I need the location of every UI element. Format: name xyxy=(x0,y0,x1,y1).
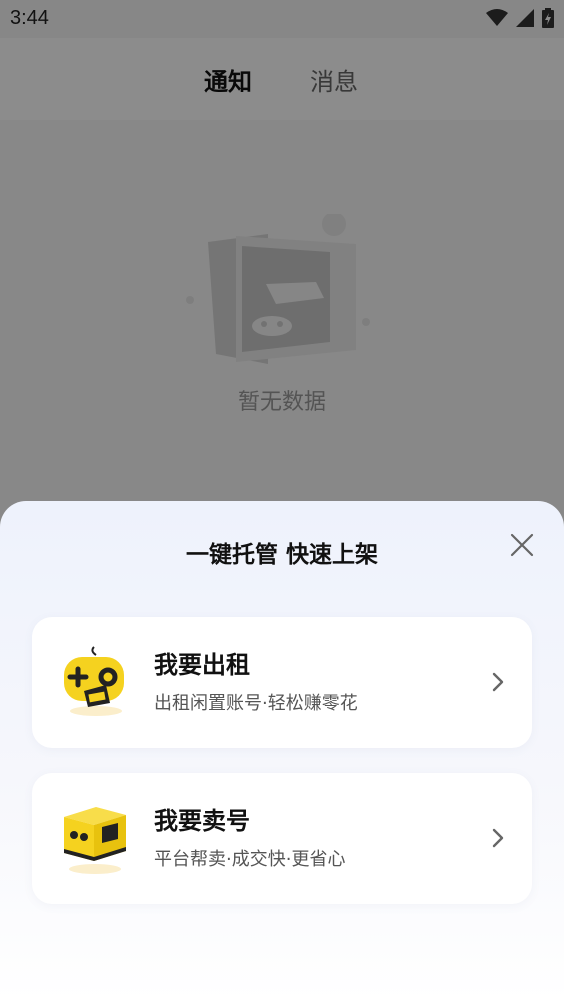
sheet-title: 一键托管 快速上架 xyxy=(185,542,378,568)
rent-option-card[interactable]: 我要出租 出租闲置账号·轻松赚零花 xyxy=(32,617,532,748)
rent-option-subtitle: 出租闲置账号·轻松赚零花 xyxy=(154,693,358,714)
close-icon[interactable] xyxy=(506,529,538,561)
sell-option-subtitle: 平台帮卖·成交快·更省心 xyxy=(154,849,346,870)
app-screen: 3:44 通知 消息 暂无数据 一键托管 快速上架 我要出租 出租闲置账号·轻松… xyxy=(0,0,564,1002)
chevron-right-icon xyxy=(492,672,504,692)
sell-option-title: 我要卖号 xyxy=(154,807,250,835)
box-sell-icon xyxy=(64,807,126,874)
sell-option-card[interactable]: 我要卖号 平台帮卖·成交快·更省心 xyxy=(32,773,532,904)
chevron-right-icon xyxy=(492,828,504,848)
rent-option-title: 我要出租 xyxy=(154,651,250,679)
bottom-sheet: 一键托管 快速上架 我要出租 出租闲置账号·轻松赚零花 我要卖号 平台帮卖·成交… xyxy=(0,501,564,1002)
gamepad-rent-icon xyxy=(64,646,124,716)
